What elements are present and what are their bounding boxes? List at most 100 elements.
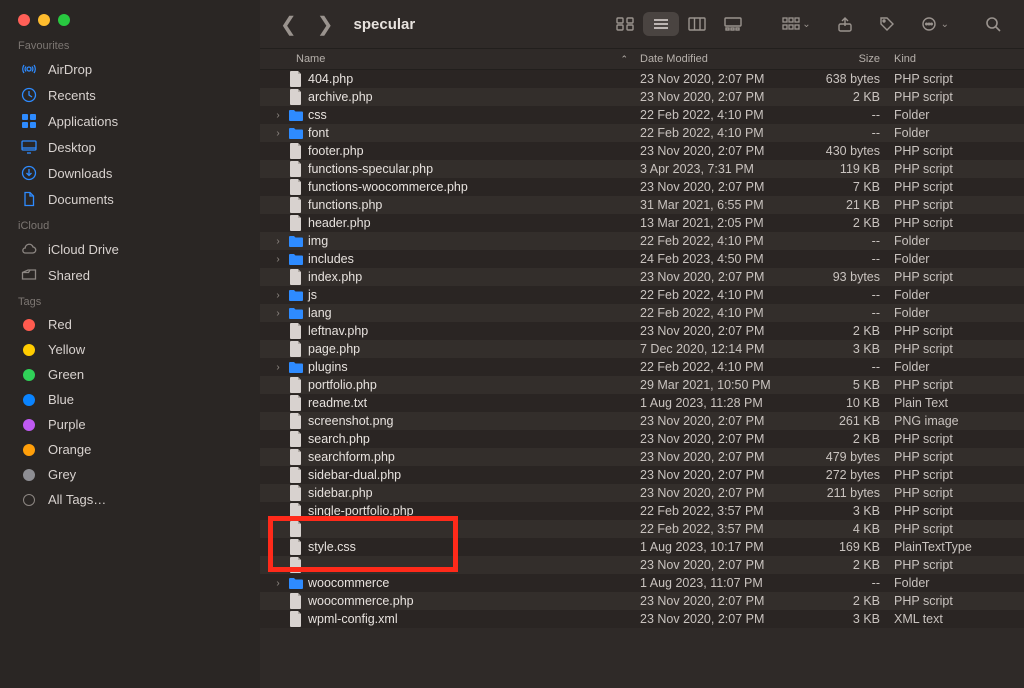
sidebar-item[interactable]: AirDrop	[18, 56, 242, 82]
file-row[interactable]: ›css22 Feb 2022, 4:10 PM--Folder	[260, 106, 1024, 124]
sidebar-item-label: Documents	[48, 192, 114, 207]
sidebar-item[interactable]: Grey	[18, 462, 242, 487]
file-row[interactable]: functions-woocommerce.php23 Nov 2020, 2:…	[260, 178, 1024, 196]
file-row[interactable]: ›font22 Feb 2022, 4:10 PM--Folder	[260, 124, 1024, 142]
sidebar-item[interactable]: Orange	[18, 437, 242, 462]
disclosure-triangle[interactable]: ›	[272, 362, 284, 373]
sidebar-item[interactable]: Documents	[18, 186, 242, 212]
file-row[interactable]: functions-specular.php3 Apr 2023, 7:31 P…	[260, 160, 1024, 178]
file-row[interactable]: ›img22 Feb 2022, 4:10 PM--Folder	[260, 232, 1024, 250]
file-kind: PHP script	[890, 450, 1012, 464]
file-row[interactable]: archive.php23 Nov 2020, 2:07 PM2 KBPHP s…	[260, 88, 1024, 106]
file-row[interactable]: wpml-config.xml23 Nov 2020, 2:07 PM3 KBX…	[260, 610, 1024, 628]
file-icon	[288, 161, 304, 177]
file-row[interactable]: single-portfolio.php22 Feb 2022, 3:57 PM…	[260, 502, 1024, 520]
minimize-window-button[interactable]	[38, 14, 50, 26]
group-button[interactable]: ⌄	[773, 12, 819, 36]
disclosure-triangle[interactable]: ›	[272, 290, 284, 301]
file-row[interactable]: style.css1 Aug 2023, 10:17 PM169 KBPlain…	[260, 538, 1024, 556]
file-name: woocommerce	[308, 576, 389, 590]
file-icon	[288, 323, 304, 339]
fullscreen-window-button[interactable]	[58, 14, 70, 26]
column-kind[interactable]: Kind	[890, 53, 1012, 65]
column-view-button[interactable]	[679, 12, 715, 36]
sidebar-item[interactable]: Blue	[18, 387, 242, 412]
file-row[interactable]: readme.txt1 Aug 2023, 11:28 PM10 KBPlain…	[260, 394, 1024, 412]
sidebar-item[interactable]: Downloads	[18, 160, 242, 186]
disclosure-triangle[interactable]: ›	[272, 308, 284, 319]
sidebar-item[interactable]: iCloud Drive	[18, 236, 242, 262]
column-name[interactable]: Name⌃	[272, 53, 640, 65]
file-row[interactable]: ›woocommerce1 Aug 2023, 11:07 PM--Folder	[260, 574, 1024, 592]
search-button[interactable]	[976, 11, 1010, 37]
file-row[interactable]: ›js22 Feb 2022, 4:10 PM--Folder	[260, 286, 1024, 304]
file-row[interactable]: search.php23 Nov 2020, 2:07 PM2 KBPHP sc…	[260, 430, 1024, 448]
sidebar-item[interactable]: Yellow	[18, 337, 242, 362]
file-size: 10 KB	[810, 396, 890, 410]
sidebar: FavouritesAirDropRecentsApplicationsDesk…	[0, 0, 260, 688]
file-kind: PHP script	[890, 72, 1012, 86]
sidebar-item[interactable]: Applications	[18, 108, 242, 134]
file-date: 23 Nov 2020, 2:07 PM	[640, 270, 810, 284]
file-row[interactable]: woocommerce.php23 Nov 2020, 2:07 PM2 KBP…	[260, 592, 1024, 610]
file-kind: PHP script	[890, 504, 1012, 518]
sidebar-item[interactable]: Purple	[18, 412, 242, 437]
file-size: 430 bytes	[810, 144, 890, 158]
file-row[interactable]: sidebar-dual.php23 Nov 2020, 2:07 PM272 …	[260, 466, 1024, 484]
sidebar-item[interactable]: Green	[18, 362, 242, 387]
tag-dot-icon	[20, 319, 38, 331]
close-window-button[interactable]	[18, 14, 30, 26]
file-row[interactable]: 23 Nov 2020, 2:07 PM2 KBPHP script	[260, 556, 1024, 574]
file-date: 22 Feb 2022, 3:57 PM	[640, 504, 810, 518]
tags-button[interactable]	[870, 11, 904, 37]
sidebar-item[interactable]: Desktop	[18, 134, 242, 160]
action-button[interactable]: ⌄	[912, 11, 958, 37]
disclosure-triangle[interactable]: ›	[272, 236, 284, 247]
sidebar-section-header: iCloud	[18, 220, 242, 232]
file-kind: Folder	[890, 360, 1012, 374]
file-name: 404.php	[308, 72, 353, 86]
file-row[interactable]: 22 Feb 2022, 3:57 PM4 KBPHP script	[260, 520, 1024, 538]
file-row[interactable]: ›includes24 Feb 2023, 4:50 PM--Folder	[260, 250, 1024, 268]
list-view-button[interactable]	[643, 12, 679, 36]
desktop-icon	[20, 139, 38, 155]
disclosure-triangle[interactable]: ›	[272, 110, 284, 121]
file-row[interactable]: header.php13 Mar 2021, 2:05 PM2 KBPHP sc…	[260, 214, 1024, 232]
sidebar-item[interactable]: Shared	[18, 262, 242, 288]
back-button[interactable]: ❮	[274, 12, 303, 37]
file-icon	[288, 467, 304, 483]
doc-icon	[20, 191, 38, 207]
folder-title: specular	[354, 16, 416, 33]
sidebar-item[interactable]: All Tags…	[18, 487, 242, 512]
file-row[interactable]: leftnav.php23 Nov 2020, 2:07 PM2 KBPHP s…	[260, 322, 1024, 340]
sidebar-item[interactable]: Recents	[18, 82, 242, 108]
file-date: 23 Nov 2020, 2:07 PM	[640, 612, 810, 626]
file-date: 23 Nov 2020, 2:07 PM	[640, 144, 810, 158]
share-button[interactable]	[828, 11, 862, 37]
file-row[interactable]: ›plugins22 Feb 2022, 4:10 PM--Folder	[260, 358, 1024, 376]
file-date: 22 Feb 2022, 4:10 PM	[640, 234, 810, 248]
file-kind: Folder	[890, 108, 1012, 122]
file-row[interactable]: footer.php23 Nov 2020, 2:07 PM430 bytesP…	[260, 142, 1024, 160]
sidebar-item[interactable]: Red	[18, 312, 242, 337]
disclosure-triangle[interactable]: ›	[272, 254, 284, 265]
file-row[interactable]: functions.php31 Mar 2021, 6:55 PM21 KBPH…	[260, 196, 1024, 214]
file-row[interactable]: sidebar.php23 Nov 2020, 2:07 PM211 bytes…	[260, 484, 1024, 502]
gallery-view-button[interactable]	[715, 12, 751, 36]
file-date: 22 Feb 2022, 4:10 PM	[640, 288, 810, 302]
file-row[interactable]: 404.php23 Nov 2020, 2:07 PM638 bytesPHP …	[260, 70, 1024, 88]
file-row[interactable]: searchform.php23 Nov 2020, 2:07 PM479 by…	[260, 448, 1024, 466]
disclosure-triangle[interactable]: ›	[272, 578, 284, 589]
file-row[interactable]: index.php23 Nov 2020, 2:07 PM93 bytesPHP…	[260, 268, 1024, 286]
file-row[interactable]: ›lang22 Feb 2022, 4:10 PM--Folder	[260, 304, 1024, 322]
file-date: 23 Nov 2020, 2:07 PM	[640, 414, 810, 428]
icon-view-button[interactable]	[607, 12, 643, 36]
file-row[interactable]: screenshot.png23 Nov 2020, 2:07 PM261 KB…	[260, 412, 1024, 430]
forward-button[interactable]: ❯	[311, 12, 340, 37]
disclosure-triangle[interactable]: ›	[272, 128, 284, 139]
column-headers: Name⌃ Date Modified Size Kind	[260, 48, 1024, 70]
file-row[interactable]: page.php7 Dec 2020, 12:14 PM3 KBPHP scri…	[260, 340, 1024, 358]
column-size[interactable]: Size	[810, 53, 890, 65]
column-date[interactable]: Date Modified	[640, 53, 810, 65]
file-row[interactable]: portfolio.php29 Mar 2021, 10:50 PM5 KBPH…	[260, 376, 1024, 394]
